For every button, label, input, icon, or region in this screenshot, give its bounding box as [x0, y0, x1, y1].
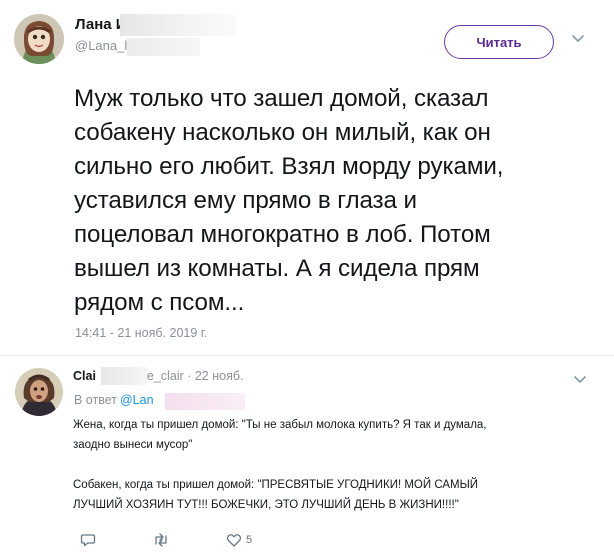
chevron-down-icon[interactable]	[571, 34, 585, 44]
reply-actions: 5	[80, 532, 380, 552]
main-tweet: Лана И @Lana_lpe Читать Муж только что з…	[0, 0, 614, 356]
heart-icon	[226, 534, 242, 547]
redaction-blur	[127, 38, 200, 56]
reply-button[interactable]	[80, 532, 96, 548]
chevron-down-icon[interactable]	[573, 375, 587, 385]
redaction-blur	[101, 367, 147, 385]
reply-to-prefix: В ответ	[74, 393, 117, 407]
tweet-text: Муж только что зашел домой, сказал собак…	[74, 82, 594, 320]
redaction-blur	[120, 14, 236, 36]
reply-to-mention[interactable]: @Lan	[120, 393, 154, 407]
tweet-text-line: уставился ему прямо в глаза и	[74, 187, 417, 214]
tweet-text-line: собакену насколько он милый, как он	[74, 119, 491, 146]
divider	[0, 355, 614, 356]
reply-text-line: заодно вынеси мусор"	[73, 439, 193, 451]
like-button[interactable]: 5	[226, 532, 252, 548]
reply-date[interactable]: · 22 нояб.	[187, 369, 243, 383]
like-count: 5	[246, 534, 253, 546]
reply-author-name[interactable]: Clai	[73, 369, 96, 383]
reply-text-line: ЛУЧШИЙ ХОЗЯИН ТУТ!!! БОЖЕЧКИ, ЭТО ЛУЧШИЙ…	[73, 499, 459, 511]
tweet-text-line: рядом с псом...	[74, 289, 245, 316]
follow-button[interactable]: Читать	[444, 25, 554, 59]
reply-text-line: Жена, когда ты пришел домой: "Ты не забы…	[73, 419, 487, 431]
tweet-text-line: сильно его любит. Взял морду руками,	[74, 153, 504, 180]
reply-text-line: Собакен, когда ты пришел домой: "ПРЕСВЯТ…	[73, 479, 479, 491]
speech-bubble-icon	[80, 534, 96, 547]
reply-text: Жена, когда ты пришел домой: "Ты не забы…	[73, 415, 593, 515]
tweet-text-line: Муж только что зашел домой, сказал	[74, 85, 489, 112]
retweet-icon	[155, 533, 167, 547]
tweet-text-line: поцеловал многократно в лоб. Потом	[74, 221, 491, 248]
reply-header: Clai ge_clair · 22 нояб.	[73, 369, 243, 383]
tweet-text-line: вышел из комнаты. А я сидела прям	[74, 255, 480, 282]
author-avatar[interactable]	[14, 14, 64, 64]
retweet-button[interactable]	[152, 532, 170, 548]
reply-author-avatar[interactable]	[15, 368, 63, 416]
reply-to-line: В ответ @Lan	[74, 393, 154, 407]
author-name[interactable]: Лана И	[75, 16, 127, 33]
tweet-timestamp[interactable]: 14:41 - 21 нояб. 2019 г.	[75, 326, 207, 340]
redaction-blur	[165, 393, 245, 410]
